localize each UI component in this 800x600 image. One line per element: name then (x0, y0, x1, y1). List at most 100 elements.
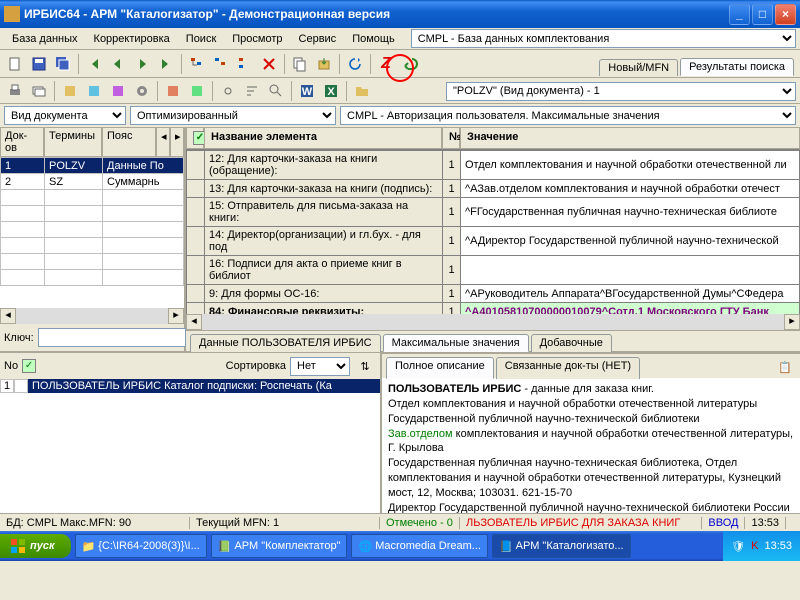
menu-view[interactable]: Просмотр (224, 31, 290, 47)
tray-icon[interactable]: K (751, 540, 758, 552)
export2-icon[interactable] (186, 80, 208, 102)
optimize-select[interactable]: Оптимизированный (130, 106, 336, 125)
grid-row[interactable]: 9: Для формы ОС-16:1^АРуководитель Аппар… (187, 285, 800, 303)
description-pane: Полное описание Связанные док-ты (НЕТ) 📋… (382, 353, 800, 513)
tree1-icon[interactable] (186, 53, 208, 75)
first-icon[interactable] (83, 53, 105, 75)
toolbar-main: Z Новый/MFN Результаты поиска (0, 50, 800, 78)
doc-select[interactable]: "POLZV" (Вид документа) - 1 (446, 82, 796, 101)
menu-help[interactable]: Помощь (344, 31, 403, 47)
delete-icon[interactable] (258, 53, 280, 75)
grid-row[interactable]: 15: Отправитель для письма-заказа на кни… (187, 198, 800, 227)
check-icon[interactable]: ✓ (22, 359, 36, 373)
tab-full-desc[interactable]: Полное описание (386, 357, 494, 379)
task-item[interactable]: 📗АРМ "Комплектатор" (211, 534, 348, 558)
tree2-icon[interactable] (210, 53, 232, 75)
save-icon[interactable] (28, 53, 50, 75)
task-item[interactable]: 📘АРМ "Каталогизато... (492, 534, 631, 558)
task-item[interactable]: 📁{C:\IR64-2008(3)}\I... (75, 534, 207, 558)
col-check[interactable]: ✓ (186, 127, 204, 149)
col-scroll-left[interactable]: ◂ (156, 127, 170, 157)
view-type-select[interactable]: Вид документа (4, 106, 126, 125)
term-row: 1POLZVДанные По (1, 158, 184, 174)
scroll-left-button[interactable]: ◂ (0, 308, 16, 324)
result-item: ПОЛЬЗОВАТЕЛЬ ИРБИС Каталог подписки: Рос… (28, 379, 380, 393)
status-user: ЛЬЗОВАТЕЛЬ ИРБИС ДЛЯ ЗАКАЗА КНИГ (460, 517, 702, 529)
menu-database[interactable]: База данных (4, 31, 86, 47)
next-icon[interactable] (131, 53, 153, 75)
col-expl[interactable]: Пояс (102, 127, 156, 157)
find-icon[interactable] (265, 80, 287, 102)
system-tray[interactable]: 🛡 K 13:53 (723, 531, 800, 561)
grid-row[interactable]: 13: Для карточки-заказа на книги (подпис… (187, 180, 800, 198)
word-icon[interactable]: W (296, 80, 318, 102)
key-label: Ключ: (4, 332, 34, 344)
export1-icon[interactable] (162, 80, 184, 102)
prev-icon[interactable] (107, 53, 129, 75)
database-select[interactable]: CMPL - База данных комплектования (411, 29, 796, 48)
maximize-button[interactable]: □ (752, 4, 773, 25)
cards-icon[interactable] (28, 80, 50, 102)
key-input[interactable] (38, 328, 186, 347)
print-icon[interactable] (4, 80, 26, 102)
elements-grid[interactable]: 12: Для карточки-заказа на книги (обраще… (186, 150, 800, 314)
grid-row[interactable]: 16: Подписи для акта о приеме книг в биб… (187, 256, 800, 285)
last-icon[interactable] (155, 53, 177, 75)
col-no[interactable]: № (442, 127, 460, 149)
tab-related[interactable]: Связанные док-ты (НЕТ) (496, 357, 640, 379)
status-mode: ВВОД (702, 517, 745, 529)
taskbar: пуск 📁{C:\IR64-2008(3)}\I... 📗АРМ "Компл… (0, 531, 800, 561)
status-bd: БД: CMPL Макс.MFN: 90 (0, 517, 190, 529)
app-icon (4, 6, 20, 22)
col-element-name[interactable]: Название элемента (204, 127, 442, 149)
desc-tool-icon[interactable]: 📋 (774, 356, 796, 378)
gear-icon[interactable] (131, 80, 153, 102)
sort-select[interactable]: Нет (290, 357, 350, 376)
sort-icon[interactable] (241, 80, 263, 102)
excel-icon[interactable]: X (320, 80, 342, 102)
sort-button[interactable]: ⇅ (354, 355, 376, 377)
book2-icon[interactable] (83, 80, 105, 102)
refresh-icon[interactable] (344, 53, 366, 75)
book3-icon[interactable] (107, 80, 129, 102)
tray-icon[interactable]: 🛡 (731, 540, 745, 553)
tab-user-data[interactable]: Данные ПОЛЬЗОВАТЕЛЯ ИРБИС (190, 334, 381, 352)
scroll-right-button[interactable]: ▸ (168, 308, 184, 324)
copy-icon[interactable] (289, 53, 311, 75)
toolbar-secondary: W X "POLZV" (Вид документа) - 1 (0, 78, 800, 104)
tab-max-values[interactable]: Максимальные значения (383, 334, 529, 352)
tab-results[interactable]: Результаты поиска (680, 58, 794, 76)
task-item[interactable]: 🌐Macromedia Dream... (351, 534, 487, 558)
link-icon[interactable] (217, 80, 239, 102)
tree3-icon[interactable] (234, 53, 256, 75)
folder-icon[interactable] (351, 80, 373, 102)
start-button[interactable]: пуск (0, 534, 71, 558)
new-icon[interactable] (4, 53, 26, 75)
grid-row[interactable]: 84: Финансовые реквизиты:1^А401058107000… (187, 303, 800, 315)
results-list[interactable]: 1ПОЛЬЗОВАТЕЛЬ ИРБИС Каталог подписки: Ро… (0, 379, 380, 513)
results-pane: No ✓ Сортировка Нет ⇅ 1ПОЛЬЗОВАТЕЛЬ ИРБИ… (0, 353, 382, 513)
grid-row[interactable]: 12: Для карточки-заказа на книги (обраще… (187, 151, 800, 180)
menu-service[interactable]: Сервис (291, 31, 345, 47)
grid-row[interactable]: 14: Директор(организации) и гл.бух. - дл… (187, 227, 800, 256)
tab-new-mfn[interactable]: Новый/MFN (599, 59, 678, 76)
tab-extra[interactable]: Добавочные (531, 334, 612, 352)
description-text: ПОЛЬЗОВАТЕЛЬ ИРБИС - данные для заказа к… (382, 378, 800, 513)
col-scroll-right[interactable]: ▸ (170, 127, 184, 157)
menu-search[interactable]: Поиск (178, 31, 224, 47)
term-row: 2SZСуммарнь (1, 174, 184, 190)
saveall-icon[interactable] (52, 53, 74, 75)
minimize-button[interactable]: _ (729, 4, 750, 25)
terms-grid[interactable]: 1POLZVДанные По 2SZСуммарнь (0, 157, 184, 308)
book1-icon[interactable] (59, 80, 81, 102)
menu-edit[interactable]: Корректировка (86, 31, 178, 47)
back-arrow-icon[interactable] (399, 53, 421, 75)
col-docs[interactable]: Док-ов (0, 127, 44, 157)
filter-row: Вид документа Оптимизированный CMPL - Ав… (0, 104, 800, 127)
import-icon[interactable] (313, 53, 335, 75)
close-button[interactable]: × (775, 4, 796, 25)
auth-select[interactable]: CMPL - Авторизация пользователя. Максима… (340, 106, 796, 125)
col-value[interactable]: Значение (460, 127, 800, 149)
z-icon[interactable]: Z (375, 53, 397, 75)
col-terms[interactable]: Термины (44, 127, 102, 157)
